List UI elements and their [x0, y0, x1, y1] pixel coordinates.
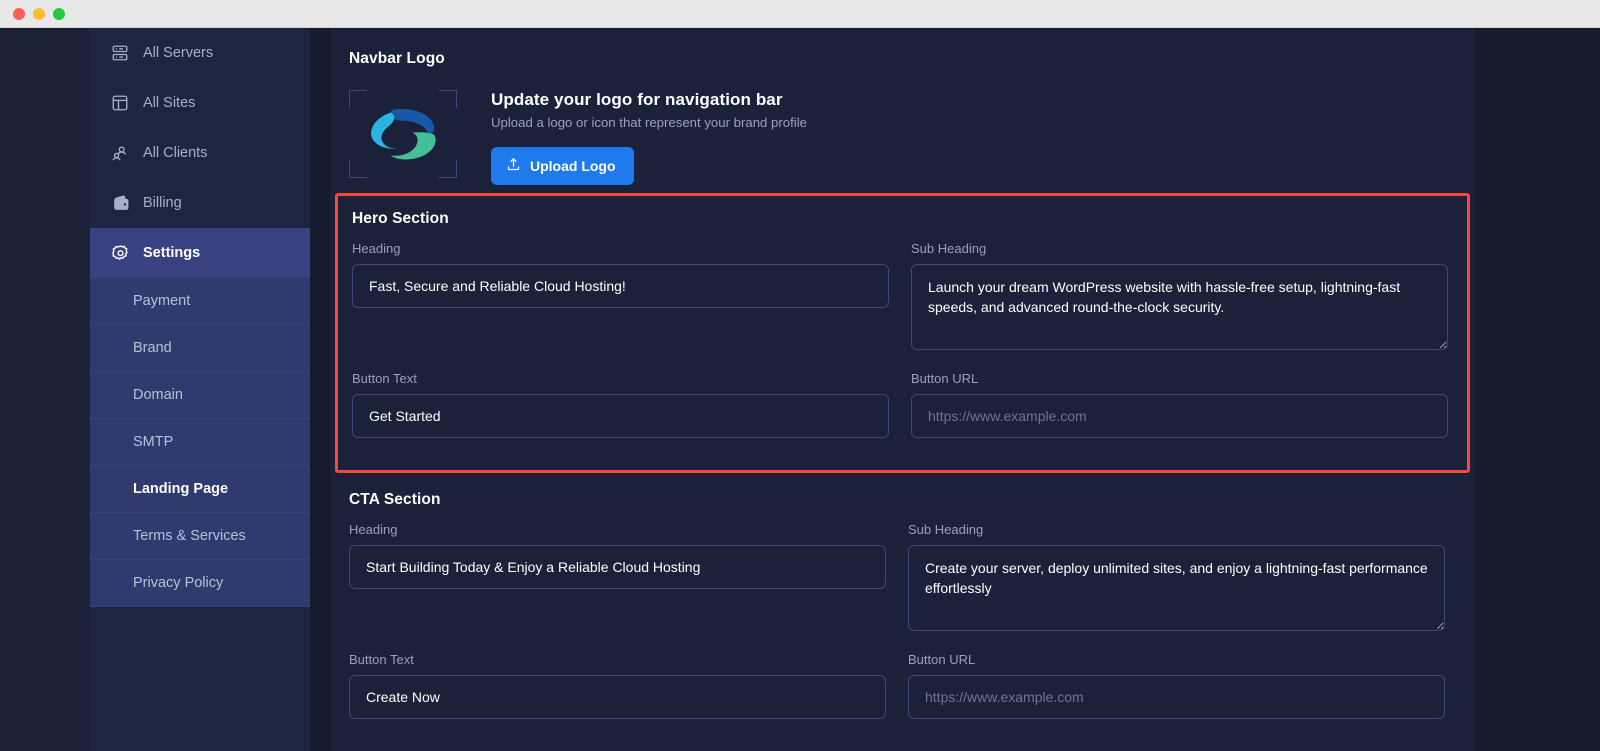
- hero-button-text-input[interactable]: [352, 394, 889, 438]
- hero-button-url-field: Button URL: [911, 371, 1448, 438]
- hero-button-url-input[interactable]: [911, 394, 1448, 438]
- cta-subheading-label: Sub Heading: [908, 522, 984, 537]
- sidebar-item-all-sites[interactable]: All Sites: [90, 78, 310, 128]
- sidebar-item-label: All Clients: [143, 145, 208, 161]
- sidebar-subitem-label: Domain: [133, 387, 183, 403]
- hero-subheading-label: Sub Heading: [911, 241, 987, 256]
- app-shell: All Servers All Sites All Clients Billin…: [0, 28, 1600, 751]
- window-maximize-button[interactable]: [53, 7, 65, 20]
- navbar-logo-block: Update your logo for navigation bar Uplo…: [349, 90, 1456, 185]
- sidebar-subitem-payment[interactable]: Payment: [90, 278, 310, 325]
- gear-icon: [110, 243, 130, 263]
- left-gutter: [0, 28, 90, 751]
- cta-button-url-field: Button URL: [908, 652, 1445, 719]
- frame-corner-icon: [439, 160, 457, 178]
- cta-subheading-field: Sub Heading: [908, 522, 1445, 636]
- frame-corner-icon: [439, 90, 457, 108]
- wallet-icon: [110, 193, 130, 213]
- cta-button-text-field: Button Text: [349, 652, 886, 719]
- cta-button-url-input[interactable]: [908, 675, 1445, 719]
- sidebar-item-label: All Servers: [143, 45, 214, 61]
- sidebar-subitem-label: Terms & Services: [133, 528, 246, 544]
- hero-button-text-field: Button Text: [352, 371, 889, 438]
- hero-heading-input[interactable]: [352, 264, 889, 308]
- sidebar-subitem-terms-services[interactable]: Terms & Services: [90, 513, 310, 560]
- cta-button-text-input[interactable]: [349, 675, 886, 719]
- upload-logo-button[interactable]: Upload Logo: [491, 147, 634, 185]
- hero-section: Hero Section Heading Sub Heading Button …: [335, 193, 1470, 473]
- hero-subheading-field: Sub Heading: [911, 241, 1448, 355]
- main-area: Navbar Logo Update your logo for navigat…: [310, 28, 1600, 751]
- brand-logo-icon: [371, 108, 436, 160]
- sidebar-subitem-label: Landing Page: [133, 481, 229, 497]
- layout-icon: [110, 93, 130, 113]
- cta-fields-grid: Heading Sub Heading Button Text Button U…: [349, 522, 1456, 735]
- cta-heading-field: Heading: [349, 522, 886, 636]
- users-icon: [110, 143, 130, 163]
- cta-heading-input[interactable]: [349, 545, 886, 589]
- cta-section-title: CTA Section: [349, 491, 441, 508]
- cta-button-text-label: Button Text: [349, 652, 414, 667]
- sidebar-item-all-clients[interactable]: All Clients: [90, 128, 310, 178]
- sidebar-subitem-label: Payment: [133, 293, 191, 309]
- sidebar-subitem-label: SMTP: [133, 434, 174, 450]
- window-titlebar: [0, 0, 1600, 28]
- sidebar-item-label: Billing: [143, 195, 182, 211]
- hero-subheading-textarea[interactable]: [911, 264, 1448, 350]
- sidebar-subitem-landing-page[interactable]: Landing Page: [90, 466, 310, 513]
- sidebar-subitem-smtp[interactable]: SMTP: [90, 419, 310, 466]
- sidebar-subitem-privacy-policy[interactable]: Privacy Policy: [90, 560, 310, 607]
- settings-submenu: Payment Brand Domain SMTP Landing Page T…: [90, 278, 310, 607]
- cta-section: CTA Section Heading Sub Heading Button T…: [349, 491, 1456, 735]
- sidebar-subitem-brand[interactable]: Brand: [90, 325, 310, 372]
- cta-subheading-textarea[interactable]: [908, 545, 1445, 631]
- sidebar-subitem-label: Privacy Policy: [133, 575, 224, 591]
- sidebar-item-settings[interactable]: Settings: [90, 228, 310, 278]
- server-icon: [110, 43, 130, 63]
- cta-button-url-label: Button URL: [908, 652, 976, 667]
- hero-fields-grid: Heading Sub Heading Button Text Button U…: [352, 241, 1453, 454]
- frame-corner-icon: [349, 160, 367, 178]
- hero-heading-field: Heading: [352, 241, 889, 355]
- upload-icon: [506, 157, 521, 175]
- hero-section-title: Hero Section: [352, 210, 449, 227]
- window-close-button[interactable]: [13, 7, 25, 20]
- sidebar-item-label: Settings: [143, 245, 201, 261]
- navbar-logo-heading: Update your logo for navigation bar: [491, 90, 783, 109]
- window-minimize-button[interactable]: [33, 7, 45, 20]
- sidebar-item-label: All Sites: [143, 95, 196, 111]
- sidebar-item-all-servers[interactable]: All Servers: [90, 28, 310, 78]
- navbar-logo-text: Update your logo for navigation bar Uplo…: [491, 90, 807, 185]
- upload-logo-button-label: Upload Logo: [530, 158, 616, 174]
- hero-heading-label: Heading: [352, 241, 401, 256]
- sidebar-item-billing[interactable]: Billing: [90, 178, 310, 228]
- sidebar-subitem-domain[interactable]: Domain: [90, 372, 310, 419]
- frame-corner-icon: [349, 90, 367, 108]
- navbar-logo-subtext: Upload a logo or icon that represent you…: [491, 115, 807, 130]
- hero-button-url-label: Button URL: [911, 371, 979, 386]
- logo-preview-frame[interactable]: [349, 90, 457, 178]
- settings-content-panel: Navbar Logo Update your logo for navigat…: [330, 28, 1475, 751]
- sidebar: All Servers All Sites All Clients Billin…: [90, 28, 310, 751]
- sidebar-subitem-label: Brand: [133, 340, 172, 356]
- hero-button-text-label: Button Text: [352, 371, 417, 386]
- cta-heading-label: Heading: [349, 522, 398, 537]
- navbar-logo-section-title: Navbar Logo: [349, 50, 445, 67]
